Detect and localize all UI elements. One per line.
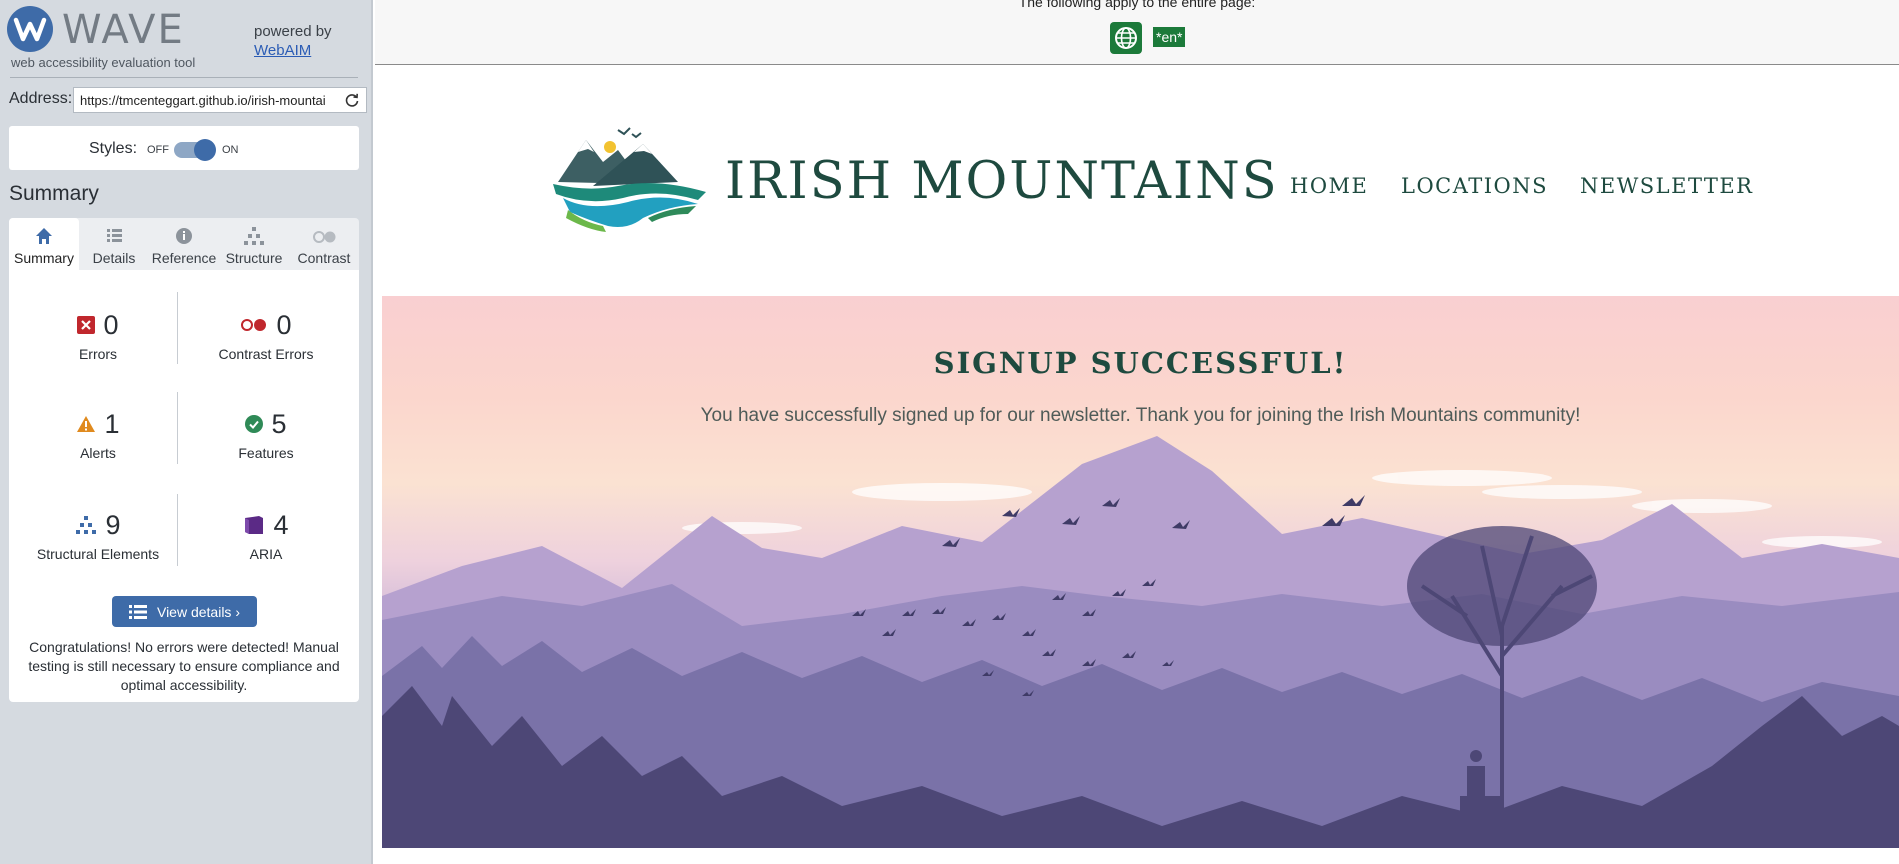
errors-count: 0 <box>103 309 119 340</box>
divider <box>177 392 178 464</box>
tab-bar: Summary Details Reference Structure Cont… <box>9 218 359 270</box>
tab-structure[interactable]: Structure <box>219 218 289 270</box>
tab-label: Summary <box>14 250 74 266</box>
contrast-error-icon <box>241 319 267 331</box>
tab-contrast[interactable]: Contrast <box>289 218 359 270</box>
address-input[interactable]: https://tmcenteggart.github.io/irish-mou… <box>73 87 367 113</box>
powered-by-label: powered by <box>254 23 332 40</box>
feature-icon <box>245 415 264 433</box>
structural-label: Structural Elements <box>36 546 160 562</box>
list-icon <box>128 604 147 619</box>
address-row: Address: https://tmcenteggart.github.io/… <box>9 87 367 113</box>
styles-toggle-knob[interactable] <box>194 139 216 161</box>
applies-text: The following apply to the entire page: <box>1018 0 1256 10</box>
page-preview: The following apply to the entire page: … <box>375 0 1899 864</box>
stat-alerts[interactable]: 1 Alerts <box>18 407 178 497</box>
divider <box>177 292 178 364</box>
language-badge[interactable]: *en* <box>1153 27 1186 47</box>
styles-off-label: OFF <box>147 144 169 156</box>
error-icon <box>77 316 96 334</box>
nav-locations[interactable]: LOCATIONS <box>1401 174 1548 198</box>
aria-count: 4 <box>273 509 289 540</box>
contrast-errors-count: 0 <box>276 309 292 340</box>
wave-subtitle: web accessibility evaluation tool <box>11 55 196 70</box>
structure-icon <box>244 227 264 245</box>
nav-newsletter[interactable]: NEWSLETTER <box>1580 174 1754 198</box>
stat-errors[interactable]: 0 Errors <box>18 308 178 398</box>
contrast-errors-label: Contrast Errors <box>218 346 314 362</box>
home-icon <box>36 228 52 244</box>
summary-panel: 0 Errors 0 Contrast Errors 1 Alerts 5 Fe… <box>9 270 359 702</box>
alerts-count: 1 <box>104 408 120 439</box>
info-icon <box>176 228 192 244</box>
mountain-logo-icon[interactable] <box>548 122 708 234</box>
divider <box>10 77 358 78</box>
view-details-button[interactable]: View details › <box>112 596 257 627</box>
errors-label: Errors <box>78 346 118 362</box>
stat-aria[interactable]: 4 ARIA <box>186 508 346 598</box>
stat-contrast-errors[interactable]: 0 Contrast Errors <box>186 308 346 398</box>
features-label: Features <box>238 445 294 461</box>
styles-box: Styles: OFF ON <box>9 126 359 170</box>
site-title[interactable]: IRISH MOUNTAINS <box>725 152 1279 211</box>
alerts-label: Alerts <box>80 445 116 461</box>
address-label: Address: <box>9 90 73 107</box>
structural-count: 9 <box>105 509 121 540</box>
view-details-label: View details › <box>156 603 240 620</box>
wave-title: WAVE <box>62 7 185 53</box>
summary-heading: Summary <box>9 182 99 205</box>
site-header: IRISH MOUNTAINS HOME LOCATIONS NEWSLETTE… <box>375 66 1899 296</box>
styles-label: Styles: <box>89 140 138 157</box>
contrast-icon <box>313 231 336 243</box>
page-level-bar: The following apply to the entire page: … <box>375 0 1899 65</box>
tab-reference[interactable]: Reference <box>149 218 219 270</box>
styles-on-label: ON <box>222 144 239 156</box>
hero-text: You have successfully signed up for our … <box>700 405 1581 426</box>
features-count: 5 <box>271 408 287 439</box>
divider <box>177 494 178 566</box>
alert-icon <box>77 416 96 432</box>
stat-structural[interactable]: 9 Structural Elements <box>18 508 178 598</box>
wave-header: WAVE web accessibility evaluation tool p… <box>0 0 373 78</box>
webaim-link[interactable]: WebAIM <box>254 41 332 60</box>
aria-label: ARIA <box>249 546 283 562</box>
stat-features[interactable]: 5 Features <box>186 407 346 497</box>
hero-banner: SIGNUP SUCCESSFUL! You have successfully… <box>382 296 1899 848</box>
nav-home[interactable]: HOME <box>1290 174 1368 198</box>
structural-icon <box>76 516 97 534</box>
hero-title: SIGNUP SUCCESSFUL! <box>933 346 1348 380</box>
tab-label: Details <box>92 250 136 266</box>
congrats-message: Congratulations! No errors were detected… <box>28 639 340 693</box>
tab-label: Structure <box>225 250 283 266</box>
list-icon <box>107 229 122 242</box>
aria-icon <box>245 516 264 534</box>
wave-sidebar: WAVE web accessibility evaluation tool p… <box>0 0 373 864</box>
globe-icon[interactable] <box>1110 22 1142 54</box>
tab-details[interactable]: Details <box>79 218 149 270</box>
wave-logo-icon <box>7 6 53 52</box>
tab-label: Reference <box>151 250 217 266</box>
powered-by: powered by WebAIM <box>254 22 332 60</box>
tab-summary[interactable]: Summary <box>9 218 79 270</box>
tab-label: Contrast <box>297 250 351 266</box>
reload-icon[interactable] <box>344 92 360 108</box>
